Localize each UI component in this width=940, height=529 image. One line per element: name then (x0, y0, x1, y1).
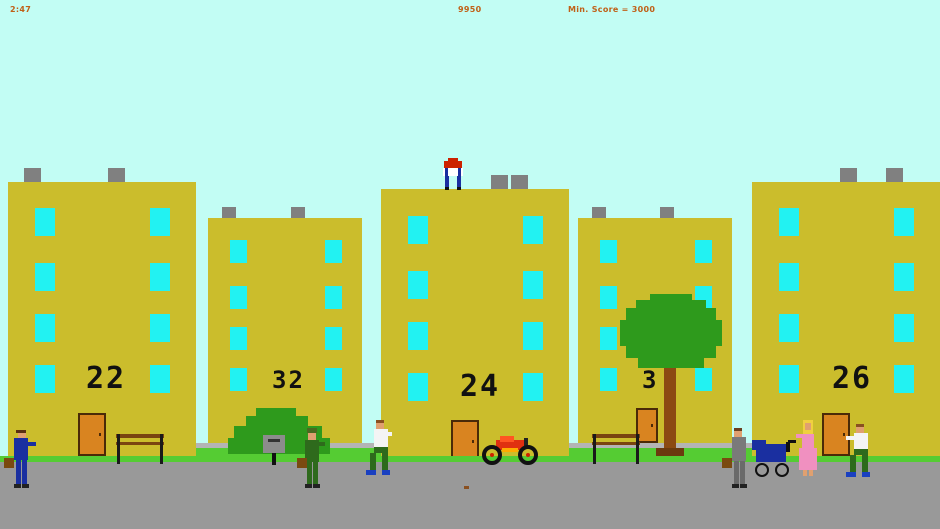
window (35, 263, 55, 291)
tree (620, 294, 722, 456)
window (35, 365, 55, 393)
window (150, 263, 170, 291)
window (325, 240, 342, 263)
window (325, 327, 342, 350)
chimney (511, 175, 528, 189)
window (894, 314, 914, 342)
chimney (886, 168, 903, 182)
chimney (24, 168, 41, 182)
window (230, 286, 247, 309)
chimney (491, 175, 508, 189)
building-number: 24 (460, 369, 501, 404)
window (408, 322, 428, 350)
chimney (840, 168, 857, 182)
window (695, 240, 712, 263)
building-door[interactable] (78, 413, 106, 456)
pedestrian-running[interactable] (844, 424, 872, 480)
window (523, 322, 543, 350)
pedestrian-soldier-green[interactable] (295, 428, 327, 490)
motorcycle[interactable] (482, 436, 538, 465)
score: 9950 (458, 5, 482, 14)
window (325, 368, 342, 391)
window (523, 271, 543, 299)
window (600, 368, 617, 391)
window (35, 314, 55, 342)
woman-in-pink[interactable] (796, 420, 820, 478)
pedestrian-grey-suit[interactable] (722, 428, 752, 490)
window (230, 327, 247, 350)
chimney (660, 207, 674, 218)
mailbox[interactable] (263, 435, 285, 465)
min-score: Min. Score = 3000 (568, 5, 656, 14)
timer: 2:47 (10, 5, 32, 14)
player-character[interactable] (442, 158, 464, 190)
window (779, 365, 799, 393)
chimney (108, 168, 125, 182)
window (600, 327, 617, 350)
window (523, 216, 543, 244)
window (779, 208, 799, 236)
window (150, 208, 170, 236)
window (894, 208, 914, 236)
window (35, 208, 55, 236)
chimney (592, 207, 606, 218)
pedestrian-white-shirt[interactable] (364, 420, 394, 478)
window (150, 314, 170, 342)
window (408, 271, 428, 299)
window (408, 373, 428, 401)
window (600, 286, 617, 309)
pedestrian-businessman-blue[interactable] (4, 430, 38, 490)
window (230, 240, 247, 263)
window (600, 240, 617, 263)
window (779, 314, 799, 342)
window (150, 365, 170, 393)
window (408, 216, 428, 244)
window (325, 286, 342, 309)
window (230, 368, 247, 391)
chimney (222, 207, 236, 218)
game-stage[interactable]: 2:47 9950 Min. Score = 3000 22 32 24 3 2… (0, 0, 940, 529)
window (523, 373, 543, 401)
building-number: 32 (272, 366, 305, 394)
baby-stroller[interactable] (752, 440, 796, 478)
window (894, 263, 914, 291)
building-number: 26 (832, 361, 873, 396)
road-debris (464, 486, 469, 489)
window (894, 365, 914, 393)
park-bench (116, 434, 164, 464)
chimney (291, 207, 305, 218)
building-number: 22 (86, 361, 127, 396)
window (779, 263, 799, 291)
